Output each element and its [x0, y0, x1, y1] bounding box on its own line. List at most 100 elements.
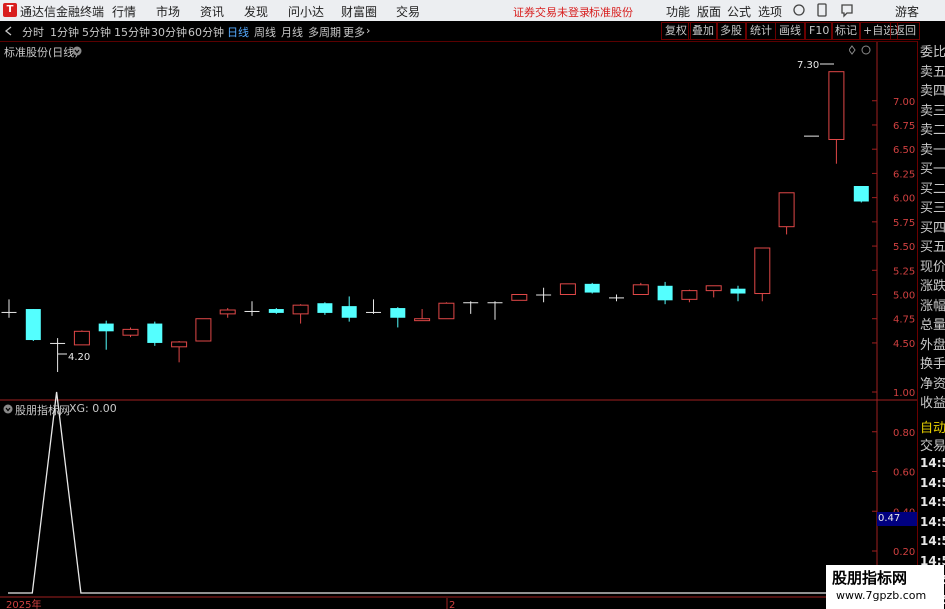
candle-body [511, 294, 528, 301]
quote-panel-label: 涨跌 [920, 279, 945, 294]
price-axis: 4.50 4.75 5.00 5.25 5.50 5.75 6.00 6.25 6.50 6.75… [872, 97, 915, 350]
phone-icon [817, 3, 827, 17]
candle-body [681, 290, 698, 300]
quote-panel-label: 14:56 [920, 495, 945, 509]
candle-body [778, 192, 795, 228]
period-30min[interactable]: 30分钟 [151, 24, 187, 40]
candle-body [147, 323, 163, 343]
candle-body [463, 302, 479, 304]
menu-shichang[interactable]: 市场 [156, 3, 180, 20]
candle-body [804, 135, 819, 137]
menu-caifuquan[interactable]: 财富圈 [341, 3, 377, 20]
price-tick-label: 4.75 [893, 315, 915, 326]
quote-panel-label: 14:56 [920, 475, 945, 490]
support-icon [793, 4, 805, 16]
indicator-tick-label: 0.60 [893, 468, 915, 479]
main-chart-menu-icon[interactable] [72, 46, 82, 56]
indicator-current-value: 0.47 [877, 512, 918, 526]
chart-options-icons[interactable] [849, 45, 873, 55]
candle-body [414, 318, 431, 322]
button-tongji[interactable]: 统计 [746, 22, 776, 40]
candle-body [438, 302, 455, 320]
indicator-series [8, 391, 877, 594]
quote-panel-label: 委比 [920, 45, 945, 60]
period-monthly[interactable]: 月线 [281, 24, 303, 40]
price-tick-label: 4.50 [893, 339, 915, 350]
indicator-tick-label: 0.80 [893, 428, 915, 439]
candle-body [219, 309, 236, 315]
period-15min[interactable]: 15分钟 [114, 24, 150, 40]
button-duogu[interactable]: 多股 [716, 22, 746, 40]
price-tick-label: 6.50 [893, 145, 915, 156]
watermark-title: 股朋指标网 [832, 569, 908, 587]
candles [1, 71, 869, 372]
quote-panel-label: 总量 [920, 318, 945, 333]
price-tick-label: 6.75 [893, 121, 915, 132]
button-huaxian[interactable]: 画线 [775, 22, 805, 40]
period-1min[interactable]: 1分钟 [50, 24, 79, 40]
quote-panel-label: 14:56 [920, 534, 945, 548]
quote-panel-label: 14:56 [920, 456, 945, 470]
menu-hangqing[interactable]: 行情 [112, 3, 136, 20]
button-diejia[interactable]: 叠加 [688, 22, 718, 40]
high-price-label: 7.30 [797, 60, 819, 71]
button-f10[interactable]: F10 [805, 22, 834, 40]
menu-xuanxiang[interactable]: 选项 [758, 3, 782, 20]
menu-jiaoyi[interactable]: 交易 [396, 3, 420, 20]
quote-panel-label: 14:56 [920, 514, 945, 529]
quote-panel-label: 净资 [920, 376, 945, 392]
menu-gongshi[interactable]: 公式 [727, 3, 751, 20]
period-more[interactable]: 更多 [343, 24, 365, 40]
login-notice[interactable]: 证券交易未登录 [513, 4, 590, 20]
quote-panel-label: 卖四 [920, 84, 945, 99]
menu-wenxiaoda[interactable]: 问小达 [288, 3, 324, 20]
quote-panel-label: 卖五 [920, 64, 945, 80]
period-weekly[interactable]: 周线 [254, 24, 276, 40]
menu-gongneng[interactable]: 功能 [666, 3, 690, 20]
candle-body [754, 247, 771, 295]
low-price-label: 4.20 [68, 352, 90, 363]
indicator-line-xg [8, 391, 877, 594]
period-daily[interactable]: 日线 [227, 24, 249, 40]
candle-body [584, 283, 600, 293]
quote-panel-label: 涨幅 [920, 298, 945, 314]
quote-panel-label: 卖二 [920, 123, 945, 138]
price-tick-label: 6.00 [893, 194, 915, 205]
period-fenshi[interactable]: 分时 [22, 24, 44, 40]
candle-body [487, 302, 503, 304]
indicator-menu-icon[interactable] [3, 404, 13, 414]
chevron-right-icon[interactable]: › [366, 24, 370, 37]
quote-panel-label: 现价 [920, 259, 945, 275]
menu-banmian[interactable]: 版面 [697, 3, 721, 20]
menu-faxian[interactable]: 发现 [244, 3, 268, 20]
candle-body [244, 310, 260, 312]
indicator-axis: 0.200.400.600.801.00 [872, 388, 915, 558]
period-toolbar: 分时 1分钟 5分钟 15分钟 30分钟 60分钟 日线 周线 月线 多周期 更… [0, 21, 945, 42]
candle-body [828, 71, 845, 140]
quote-panel-label: 买五 [920, 240, 945, 255]
button-fuquan[interactable]: 复权 [661, 22, 691, 40]
candle-body [171, 341, 188, 348]
menu-zixun[interactable]: 资讯 [200, 3, 224, 20]
candle-body [730, 288, 746, 294]
candle-body [609, 297, 624, 299]
user-label[interactable]: 游客 [895, 3, 919, 20]
quote-panel-label: 买二 [920, 181, 945, 197]
candle-body [853, 186, 869, 202]
price-tick-label: 5.50 [893, 242, 915, 253]
candle-body [195, 318, 212, 342]
candle-body [559, 283, 576, 295]
period-60min[interactable]: 60分钟 [188, 24, 224, 40]
price-tick-label: 5.75 [893, 218, 915, 229]
period-multi[interactable]: 多周期 [308, 24, 341, 40]
axis-month-label: 2 [449, 600, 455, 609]
candle-body [73, 330, 90, 346]
sidebar-toggle-icon[interactable] [4, 26, 14, 36]
button-back[interactable]: 返回 [890, 22, 920, 40]
button-biaoji[interactable]: 标记 [831, 22, 861, 40]
watermark: 股朋指标网 www.7gpzb.com [826, 565, 944, 609]
quote-panel-label: 外盘 [920, 337, 945, 353]
quote-panel: 委比 卖五 卖四 卖三 卖二 卖一 买一 买二 买三 买四 买五 现价 涨跌 涨幅 总量 外盘 换手 净资 收益 自动… [917, 41, 945, 609]
candle-body [25, 309, 41, 341]
period-5min[interactable]: 5分钟 [82, 24, 111, 40]
